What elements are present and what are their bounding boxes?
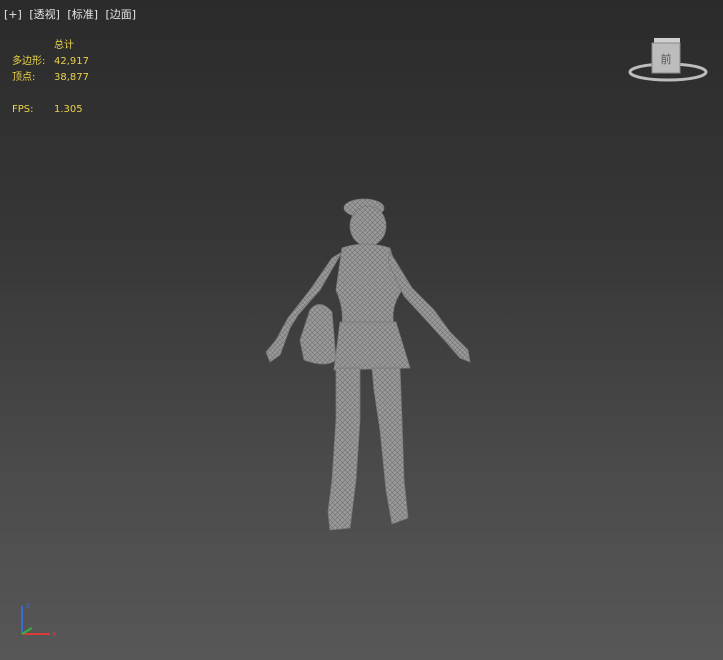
viewport-edges-menu[interactable]: [边面]	[106, 8, 137, 21]
axis-x-label: x	[52, 629, 57, 638]
stats-vertices-row: 顶点: 38,877	[12, 70, 89, 86]
viewport-menu: [+] [透视] [标准] [边面]	[4, 6, 140, 22]
axis-gizmo: z x	[21, 601, 57, 638]
stats-polygons-label: 多边形:	[12, 56, 46, 67]
stats-total-header: 总计	[54, 40, 74, 51]
stats-fps-value: 1.305	[54, 104, 83, 115]
axis-z-label: z	[26, 601, 30, 610]
stats-vertices-label: 顶点:	[12, 72, 36, 83]
viewcube-front-label: 前	[661, 52, 672, 66]
viewport-shading-menu[interactable]: [标准]	[67, 8, 98, 21]
stats-polygons-row: 多边形: 42,917	[12, 54, 89, 70]
stats-fps-label: FPS:	[12, 104, 34, 115]
viewport-view-menu[interactable]: [透视]	[29, 8, 60, 21]
statistics-overlay: 总计 多边形: 42,917 顶点: 38,877 FPS: 1.305	[12, 38, 89, 118]
stats-fps-row: FPS: 1.305	[12, 102, 89, 118]
viewport-plus-menu[interactable]: [+]	[4, 8, 22, 21]
stats-polygons-value: 42,917	[54, 56, 89, 67]
character-wireframe-model[interactable]	[240, 190, 490, 540]
stats-vertices-value: 38,877	[54, 72, 89, 83]
viewcube[interactable]: 前	[626, 34, 710, 86]
